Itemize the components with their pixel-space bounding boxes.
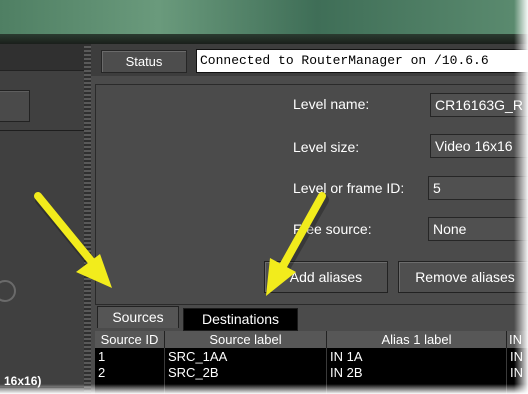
status-message: Connected to RouterManager on /10.6.6 [196, 49, 528, 73]
status-bar: Status Connected to RouterManager on /10… [91, 44, 528, 76]
status-button[interactable]: Status [101, 50, 187, 73]
cell-alias-1: IN 2B [330, 365, 363, 380]
column-header-source-label[interactable]: Source label [165, 331, 327, 348]
cell-source-id: 2 [98, 365, 106, 380]
level-id-label: Level or frame ID: [293, 180, 405, 196]
cell-source-label: SRC_1AA [168, 349, 228, 364]
cell-alias-1: IN 1A [330, 349, 363, 364]
router-config-window: 16x16) Status Connected to RouterManager… [0, 0, 528, 394]
bottom-fade [0, 384, 528, 394]
level-size-label: Level size: [293, 139, 360, 155]
left-panel-button[interactable] [0, 90, 30, 122]
free-source-select[interactable]: None [428, 217, 528, 241]
column-header-source-id[interactable]: Source ID [95, 331, 165, 348]
tab-sources[interactable]: Sources [97, 306, 179, 328]
window-banner [0, 0, 528, 44]
level-details-panel: Status Connected to RouterManager on /10… [91, 44, 528, 394]
column-header-alias-1[interactable]: Alias 1 label [327, 331, 507, 348]
cell-source-label: SRC_2B [168, 365, 219, 380]
remove-aliases-button[interactable]: Remove aliases [398, 261, 528, 293]
level-name-label: Level name: [293, 96, 370, 112]
left-panel: 16x16) [0, 44, 88, 394]
left-panel-tree[interactable] [0, 130, 88, 388]
right-fade [514, 0, 528, 394]
left-panel-header [0, 44, 88, 71]
add-aliases-button[interactable]: Add aliases [264, 261, 388, 293]
level-id-field[interactable]: 5 [428, 176, 528, 200]
cell-source-id: 1 [98, 349, 106, 364]
free-source-label: Free source: [293, 221, 372, 237]
tab-destinations[interactable]: Destinations [183, 308, 298, 331]
panel-splitter[interactable] [84, 44, 91, 394]
